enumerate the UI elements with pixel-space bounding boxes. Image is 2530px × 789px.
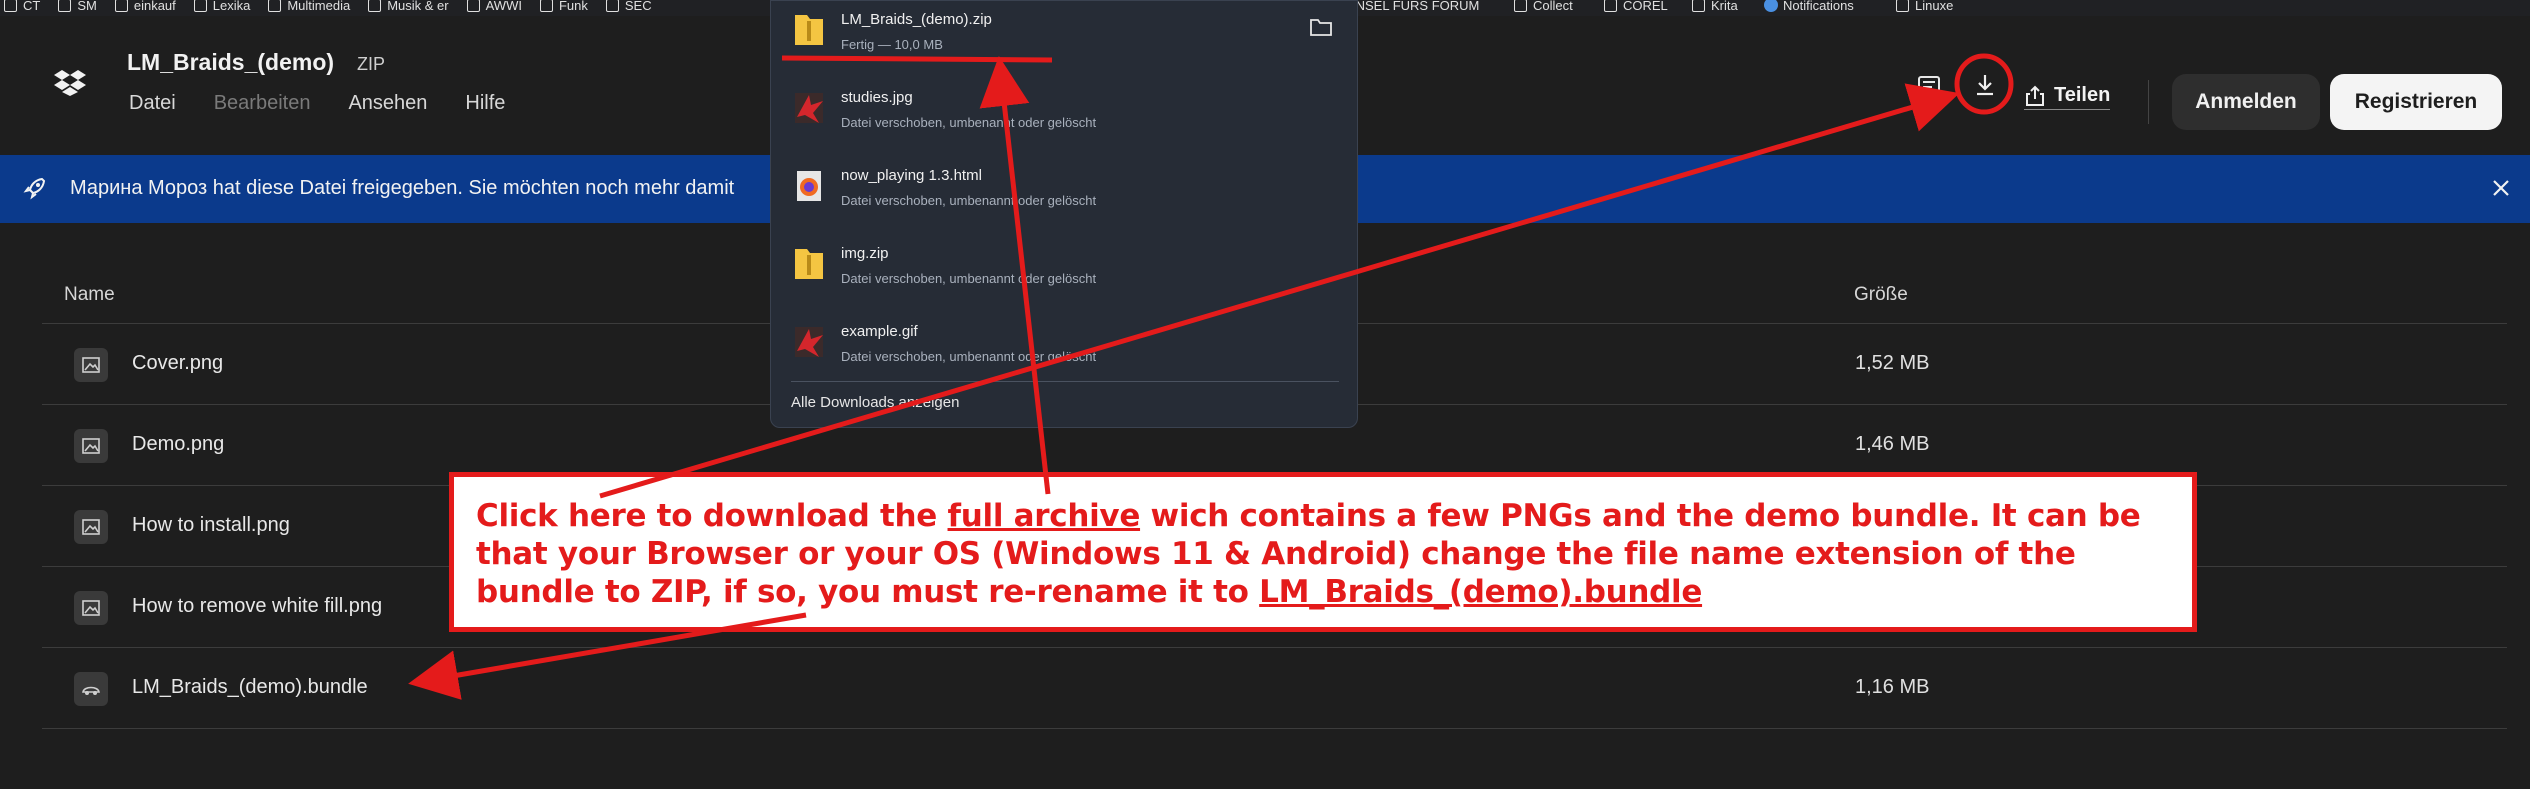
- folder-icon: [193, 0, 207, 12]
- file-size: 1,46 MB: [1855, 433, 1930, 455]
- open-folder-icon[interactable]: [1309, 17, 1333, 37]
- downloads-panel: LM_Braids_(demo).zip Fertig — 10,0 MB st…: [770, 0, 1358, 428]
- firefox-icon: [797, 171, 821, 201]
- bookmark-awwi[interactable]: AWWI: [466, 0, 522, 16]
- downloads-divider: [791, 381, 1339, 382]
- download-status: Datei verschoben, umbenannt oder gelösch…: [841, 193, 1097, 208]
- globe-icon: [1764, 0, 1778, 12]
- image-file-icon: [74, 510, 108, 544]
- column-header-size[interactable]: Größe: [1854, 284, 1908, 306]
- folder-icon: [114, 0, 128, 12]
- menu-ansehen[interactable]: Ansehen: [348, 92, 427, 115]
- download-item[interactable]: example.gif Datei verschoben, umbenannt …: [771, 313, 1359, 391]
- folder-icon: [268, 0, 282, 12]
- bookmark-krita[interactable]: Krita: [1692, 0, 1738, 16]
- menu-datei[interactable]: Datei: [129, 92, 176, 115]
- bookmark-lexika[interactable]: Lexika: [193, 0, 250, 16]
- folder-icon: [58, 0, 72, 12]
- bookmark-corel[interactable]: COREL: [1604, 0, 1668, 16]
- bookmark-musik[interactable]: Musik & er: [368, 0, 449, 16]
- table-row[interactable]: LM_Braids_(demo).bundle 1,16 MB: [42, 648, 2507, 729]
- image-file-icon: [74, 591, 108, 625]
- folder-icon: [1514, 0, 1527, 12]
- annotation-link-bundle: LM_Braids_(demo).bundle: [1259, 574, 1703, 610]
- file-name: Cover.png: [132, 352, 224, 374]
- annotation-link-full-archive: full archive: [947, 498, 1141, 534]
- bookmark-sm[interactable]: SM: [58, 0, 97, 16]
- show-all-downloads-link[interactable]: Alle Downloads anzeigen: [791, 394, 959, 411]
- file-name: LM_Braids_(demo).bundle: [132, 676, 368, 698]
- download-filename: img.zip: [841, 245, 889, 262]
- share-label: Teilen: [2054, 84, 2111, 106]
- file-size: 1,52 MB: [1855, 352, 1930, 374]
- folder-icon: [466, 0, 480, 12]
- image-file-icon: [74, 348, 108, 382]
- rocket-icon: [23, 177, 46, 200]
- bookmark-sec[interactable]: SEC: [605, 0, 652, 16]
- file-type-label: ZIP: [357, 54, 386, 74]
- download-icon[interactable]: [1968, 68, 2002, 102]
- file-title: LM_Braids_(demo): [127, 49, 335, 75]
- bookmark-ct[interactable]: CT: [4, 0, 40, 16]
- annotation-text: Click here to download the full archive …: [476, 497, 2176, 611]
- share-button[interactable]: Teilen: [2024, 84, 2111, 110]
- download-item[interactable]: studies.jpg Datei verschoben, umbenannt …: [771, 79, 1359, 157]
- register-button[interactable]: Registrieren: [2330, 74, 2502, 130]
- download-filename: now_playing 1.3.html: [841, 167, 982, 184]
- menu-bar: Datei Bearbeiten Ansehen Hilfe: [129, 92, 543, 115]
- comment-icon[interactable]: [1912, 68, 1946, 102]
- image-file-icon: [74, 429, 108, 463]
- annotation-callout: Click here to download the full archive …: [449, 472, 2197, 632]
- folder-icon: [4, 0, 17, 12]
- folder-icon: [539, 0, 553, 12]
- download-item[interactable]: now_playing 1.3.html Datei verschoben, u…: [771, 157, 1359, 235]
- close-icon[interactable]: [2488, 175, 2514, 201]
- zip-folder-icon: [795, 15, 823, 45]
- folder-icon: [1896, 0, 1909, 12]
- bookmark-insel[interactable]: INSEL FURS FORUM: [1352, 0, 1479, 16]
- share-icon: [2026, 85, 2044, 106]
- krita-file-icon: [795, 327, 823, 357]
- krita-file-icon: [795, 93, 823, 123]
- download-item[interactable]: img.zip Datei verschoben, umbenannt oder…: [771, 235, 1359, 313]
- zip-folder-icon: [795, 249, 823, 279]
- folder-icon: [1604, 0, 1617, 12]
- file-name: How to install.png: [132, 514, 290, 536]
- download-status: Fertig — 10,0 MB: [841, 37, 943, 52]
- file-name: How to remove white fill.png: [132, 595, 383, 617]
- file-size: 1,16 MB: [1855, 676, 1930, 698]
- bookmark-multimedia[interactable]: Multimedia: [268, 0, 350, 16]
- login-button[interactable]: Anmelden: [2172, 74, 2320, 130]
- dropbox-logo-icon[interactable]: [54, 68, 86, 96]
- bookmark-collect[interactable]: Collect: [1514, 0, 1573, 16]
- file-name: Demo.png: [132, 433, 225, 455]
- folder-icon: [368, 0, 382, 12]
- folder-icon: [1692, 0, 1705, 12]
- column-header-name[interactable]: Name: [64, 284, 115, 306]
- annotation-part1: Click here to download the: [476, 498, 948, 534]
- menu-hilfe[interactable]: Hilfe: [465, 92, 505, 115]
- bookmark-funk[interactable]: Funk: [539, 0, 588, 16]
- download-item[interactable]: LM_Braids_(demo).zip Fertig — 10,0 MB: [771, 1, 1359, 79]
- bookmark-notifications[interactable]: Notifications: [1764, 0, 1854, 16]
- header-divider: [2148, 80, 2149, 124]
- banner-text: Марина Мороз hat diese Datei freigegeben…: [70, 177, 735, 199]
- bookmark-einkauf[interactable]: einkauf: [114, 0, 176, 16]
- download-status: Datei verschoben, umbenannt oder gelösch…: [841, 115, 1097, 130]
- download-filename: example.gif: [841, 323, 918, 340]
- bookmark-linuxe[interactable]: Linuxe: [1896, 0, 1953, 16]
- download-status: Datei verschoben, umbenannt oder gelösch…: [841, 271, 1097, 286]
- folder-icon: [605, 0, 619, 12]
- bundle-file-icon: [74, 672, 108, 706]
- menu-bearbeiten[interactable]: Bearbeiten: [214, 92, 311, 115]
- download-status: Datei verschoben, umbenannt oder gelösch…: [841, 349, 1097, 364]
- download-filename: studies.jpg: [841, 89, 913, 106]
- download-filename: LM_Braids_(demo).zip: [841, 11, 992, 28]
